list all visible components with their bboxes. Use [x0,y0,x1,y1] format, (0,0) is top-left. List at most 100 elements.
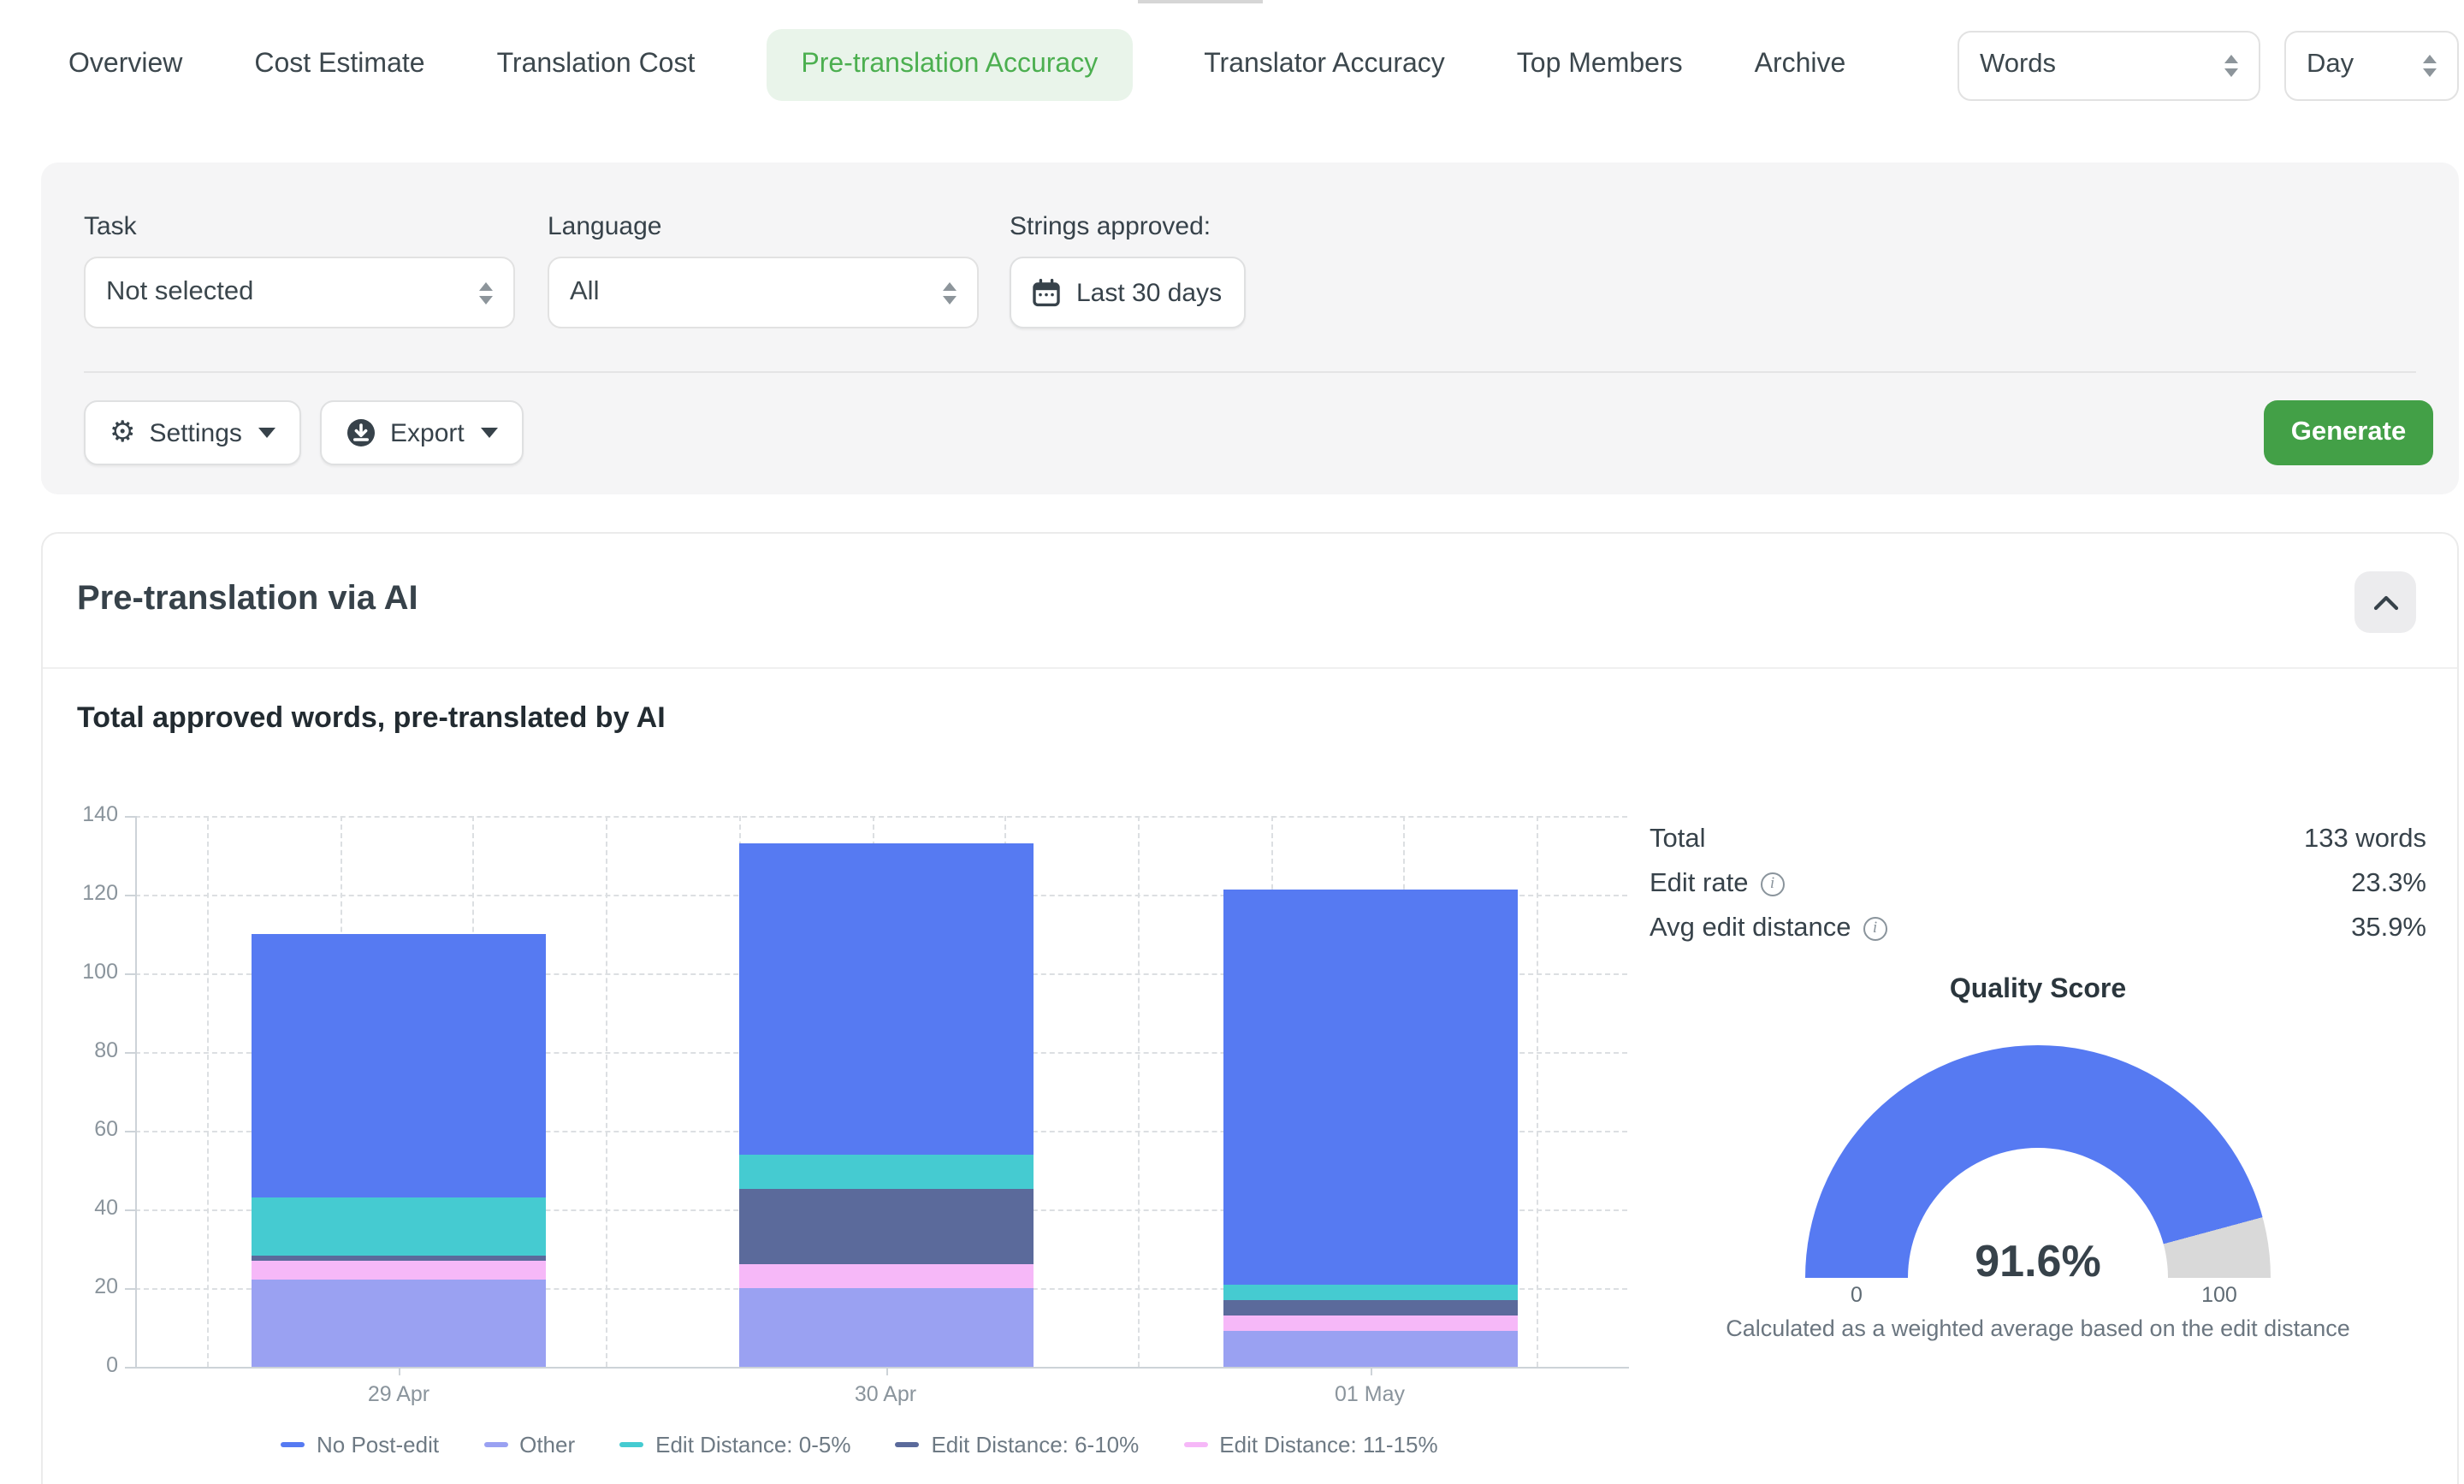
bar-segment [738,843,1033,1154]
date-range-value: Last 30 days [1076,278,1222,307]
tab-translator-accuracy[interactable]: Translator Accuracy [1204,50,1445,80]
bar-segment [252,1197,546,1256]
stat-label-text: Avg edit distance [1650,913,1851,944]
x-axis-label: 30 Apr [817,1382,954,1406]
pretranslation-report-card: Pre-translation via AI Total approved wo… [41,532,2459,1484]
stat-label: Avg edit distance i [1650,913,1887,944]
gauge-max-label: 100 [2168,1283,2271,1307]
legend-swatch [619,1442,643,1448]
bar-29-apr[interactable] [252,933,546,1367]
gear-icon: ⚙ [110,418,136,447]
legend-item[interactable]: Edit Distance: 0-5% [619,1432,850,1457]
up-down-arrows-icon [2423,54,2437,76]
up-down-arrows-icon [943,281,957,304]
legend-item[interactable]: Other [483,1432,575,1457]
y-axis-tick [125,1131,135,1132]
period-select-value: Day [2307,50,2354,80]
y-axis-tick [125,815,135,817]
x-axis-label: 01 May [1301,1382,1438,1406]
x-gridline [1138,815,1140,1367]
stat-value: 133 words [2304,825,2426,855]
section-title: Pre-translation via AI [77,580,418,619]
y-axis-tick [125,1051,135,1053]
x-axis-tick [886,1367,887,1375]
y-axis-label: 140 [43,801,118,825]
tab-translation-cost[interactable]: Translation Cost [497,50,696,80]
task-select[interactable]: Not selected [84,257,515,328]
y-axis-tick [125,894,135,896]
export-button[interactable]: Export [320,400,524,465]
report-tabs: Overview Cost Estimate Translation Cost Pre… [68,29,1845,101]
y-axis-tick [125,1209,135,1211]
legend-label: Other [519,1432,575,1457]
x-axis-tick [1370,1367,1371,1375]
legend-item[interactable]: Edit Distance: 11-15% [1183,1432,1437,1457]
section-divider [43,667,2457,669]
tab-pre-translation-accuracy[interactable]: Pre-translation Accuracy [767,29,1132,101]
bar-segment [1223,1315,1517,1331]
bar-segment [252,1280,546,1367]
y-axis-tick [125,973,135,974]
bar-segment [738,1264,1033,1288]
tab-cost-estimate[interactable]: Cost Estimate [254,50,424,80]
bar-01-may[interactable] [1223,890,1517,1367]
collapse-section-button[interactable] [2354,571,2416,633]
download-circle-icon [346,417,376,448]
legend-item[interactable]: Edit Distance: 6-10% [895,1432,1139,1457]
y-axis-label: 120 [43,880,118,904]
date-range-button[interactable]: Last 30 days [1010,257,1246,328]
legend-swatch [1183,1442,1207,1448]
task-label: Task [84,212,137,241]
tab-archive[interactable]: Archive [1755,50,1846,80]
chevron-down-icon [259,428,276,438]
bar-30-apr[interactable] [738,843,1033,1367]
unit-select-value: Words [1980,50,2056,80]
chevron-up-icon [2372,594,2398,610]
tab-top-members[interactable]: Top Members [1517,50,1683,80]
stat-label: Total [1650,825,1706,855]
reports-page: Overview Cost Estimate Translation Cost Pre… [0,0,2464,1484]
y-axis-tick [125,1367,135,1369]
language-select[interactable]: All [548,257,979,328]
gauge-value: 91.6% [1805,1235,2271,1288]
stat-row: Avg edit distancei35.9% [1650,907,2426,951]
bar-segment [738,1190,1033,1265]
bar-segment [738,1154,1033,1189]
report-tabs-bar: Overview Cost Estimate Translation Cost Pre… [0,0,2464,130]
y-axis-label: 20 [43,1274,118,1298]
period-select[interactable]: Day [2284,30,2459,100]
x-gridline [1537,815,1538,1367]
stat-row: Total 133 words [1650,818,2426,862]
info-icon[interactable]: i [1863,917,1887,941]
y-axis-label: 100 [43,959,118,983]
info-icon[interactable]: i [1760,872,1784,896]
strings-approved-label: Strings approved: [1010,212,1211,241]
legend-label: No Post-edit [317,1432,439,1457]
unit-select[interactable]: Words [1958,30,2260,100]
y-axis-label: 40 [43,1196,118,1220]
stat-label: Edit rate i [1650,869,1784,900]
legend-swatch [895,1442,919,1448]
language-select-value: All [570,277,599,308]
tab-overview[interactable]: Overview [68,50,182,80]
stat-label-text: Edit rate [1650,869,1748,900]
calendar-icon [1032,278,1061,307]
settings-button[interactable]: ⚙ Settings [84,400,302,465]
generate-button[interactable]: Generate [2264,400,2433,465]
up-down-arrows-icon [479,281,493,304]
bar-segment [1223,890,1517,1285]
legend-label: Edit Distance: 6-10% [931,1432,1139,1457]
y-axis-label: 60 [43,1117,118,1141]
export-button-label: Export [390,418,465,447]
legend-item[interactable]: No Post-edit [281,1432,439,1457]
settings-button-label: Settings [150,418,242,447]
stat-label-text: Total [1650,825,1706,855]
y-axis-label: 80 [43,1038,118,1061]
gauge-min-label: 0 [1805,1283,1908,1307]
bar-segment [1223,1300,1517,1315]
y-axis-label: 0 [43,1353,118,1377]
clipped-element-edge [1138,0,1263,3]
filters-divider [84,371,2416,373]
nav-selects: Words Day [1958,30,2459,100]
bar-segment [252,1261,546,1280]
